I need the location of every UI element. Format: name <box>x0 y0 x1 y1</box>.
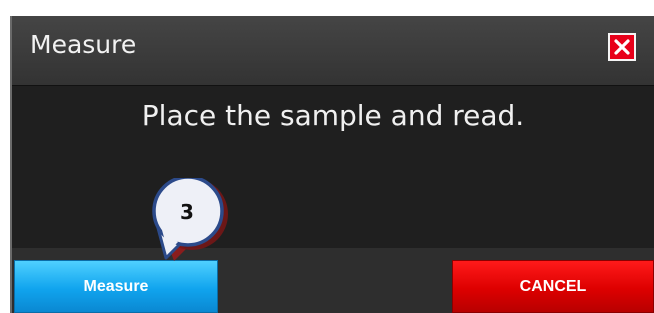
step-callout: 3 <box>150 178 240 278</box>
dialog-message: Place the sample and read. <box>141 99 525 132</box>
close-icon <box>614 39 630 55</box>
cancel-button[interactable]: CANCEL <box>452 260 654 313</box>
dialog-titlebar: Measure <box>12 16 654 86</box>
close-button[interactable] <box>608 33 636 61</box>
callout-step-number: 3 <box>180 200 194 224</box>
callout-bubble-icon <box>152 178 228 261</box>
dialog-title: Measure <box>30 30 137 59</box>
